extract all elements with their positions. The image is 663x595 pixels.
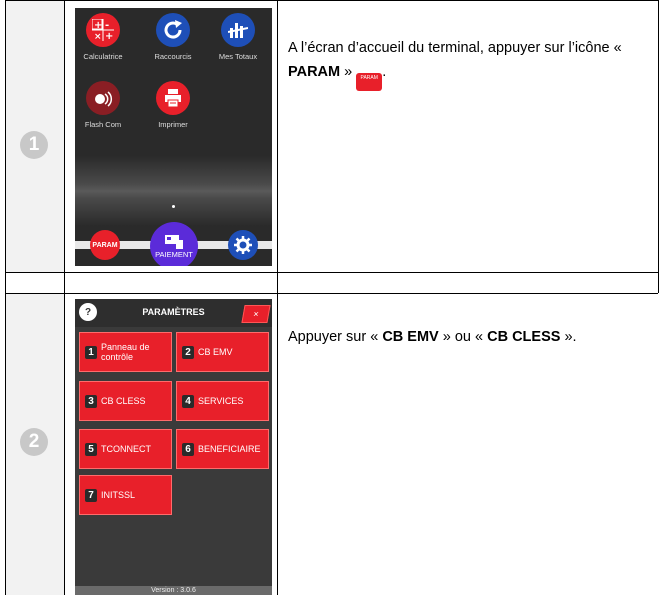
key-badge: 4 bbox=[182, 394, 194, 408]
help-button[interactable]: ? bbox=[79, 303, 97, 321]
step2-text-mid: » ou « bbox=[438, 329, 488, 345]
inline-param-icon: PARAM bbox=[356, 73, 383, 91]
button-services[interactable]: 4 SERVICES bbox=[176, 381, 269, 421]
param-button-label: PARAM bbox=[92, 241, 118, 249]
step1-text-bold: PARAM bbox=[288, 64, 341, 80]
key-badge: 5 bbox=[85, 442, 97, 456]
step1-text-before: A l’écran d’accueil du terminal, appuyer… bbox=[288, 40, 622, 56]
parametres-title: PARAMÈTRES bbox=[142, 307, 205, 317]
bar-chart-icon[interactable] bbox=[221, 13, 255, 47]
page-indicator-dot bbox=[172, 205, 175, 208]
gear-icon bbox=[234, 236, 252, 254]
key-badge: 2 bbox=[182, 345, 194, 359]
step2-text-before: Appuyer sur « bbox=[288, 329, 383, 345]
version-label: Version : 3.0.6 bbox=[75, 586, 272, 595]
home-screen: + - × + Calculatrice Raccourcis Mes Totaux … bbox=[75, 8, 272, 266]
svg-text:+: + bbox=[94, 20, 102, 31]
button-label: TCONNECT bbox=[101, 444, 151, 454]
parametres-header: ? PARAMÈTRES × bbox=[75, 299, 272, 327]
button-label: CB CLESS bbox=[101, 396, 146, 406]
button-cb-emv[interactable]: 2 CB EMV bbox=[176, 332, 269, 372]
key-badge: 3 bbox=[85, 394, 97, 408]
close-icon: × bbox=[252, 309, 260, 319]
app-label-flash-com: Flash Com bbox=[84, 120, 122, 129]
calculator-icon[interactable]: + - × + bbox=[86, 13, 120, 47]
megaphone-icon[interactable] bbox=[86, 81, 120, 115]
paiement-button-label: PAIEMENT bbox=[155, 249, 193, 259]
svg-text:-: - bbox=[105, 20, 109, 31]
background-glow bbox=[75, 156, 272, 226]
step2-number: 2 bbox=[20, 428, 48, 456]
table-top-border bbox=[5, 0, 658, 1]
button-cb-cless[interactable]: 3 CB CLESS bbox=[79, 381, 172, 421]
step2-text-after: ». bbox=[560, 329, 577, 345]
app-label-raccourcis: Raccourcis bbox=[154, 52, 192, 61]
table-right-border bbox=[658, 0, 659, 293]
app-label-mes-totaux: Mes Totaux bbox=[218, 52, 258, 61]
paiement-button[interactable]: PAIEMENT bbox=[150, 222, 198, 266]
button-label: CB EMV bbox=[198, 347, 233, 357]
button-label: INITSSL bbox=[101, 490, 136, 500]
app-label-imprimer: Imprimer bbox=[158, 120, 188, 129]
button-label: BENEFICIAIRE bbox=[198, 444, 261, 454]
col1-border bbox=[64, 0, 65, 595]
button-tconnect[interactable]: 5 TCONNECT bbox=[79, 429, 172, 469]
close-button[interactable]: × bbox=[241, 305, 271, 323]
svg-text:×: × bbox=[94, 32, 102, 41]
printer-icon[interactable] bbox=[156, 81, 190, 115]
button-label: SERVICES bbox=[198, 396, 244, 406]
parametres-screen: ? PARAMÈTRES × 1 Panneau de contrôle 2 CB … bbox=[75, 299, 272, 595]
param-button[interactable]: PARAM bbox=[90, 230, 120, 260]
help-icon: ? bbox=[84, 306, 92, 318]
step1-instruction: A l’écran d’accueil du terminal, appuyer… bbox=[288, 36, 648, 91]
step2-bold-cb-cless: CB CLESS bbox=[487, 329, 561, 345]
key-badge: 6 bbox=[182, 442, 194, 456]
inline-param-icon-label: PARAM bbox=[360, 75, 378, 81]
button-beneficiaire[interactable]: 6 BENEFICIAIRE bbox=[176, 429, 269, 469]
step1-number: 1 bbox=[20, 131, 48, 159]
row1-bottom-border bbox=[5, 272, 658, 273]
button-initssl[interactable]: 7 INITSSL bbox=[79, 475, 172, 515]
refresh-icon[interactable] bbox=[156, 13, 190, 47]
step2-instruction: Appuyer sur « CB EMV » ou « CB CLESS ». bbox=[288, 325, 588, 349]
app-label-calculatrice: Calculatrice bbox=[83, 52, 123, 61]
table-left-border bbox=[5, 0, 6, 595]
key-badge: 1 bbox=[85, 345, 97, 359]
button-label: Panneau de contrôle bbox=[101, 342, 150, 362]
step2-bold-cb-emv: CB EMV bbox=[382, 329, 439, 345]
button-panneau-de-controle[interactable]: 1 Panneau de contrôle bbox=[79, 332, 172, 372]
settings-button[interactable] bbox=[228, 230, 258, 260]
row2-top-border bbox=[5, 293, 658, 294]
card-terminal-icon bbox=[165, 234, 183, 249]
col2-border bbox=[277, 0, 278, 595]
svg-text:+: + bbox=[105, 31, 113, 41]
step1-text-after: » bbox=[340, 64, 353, 80]
key-badge: 7 bbox=[85, 488, 97, 502]
